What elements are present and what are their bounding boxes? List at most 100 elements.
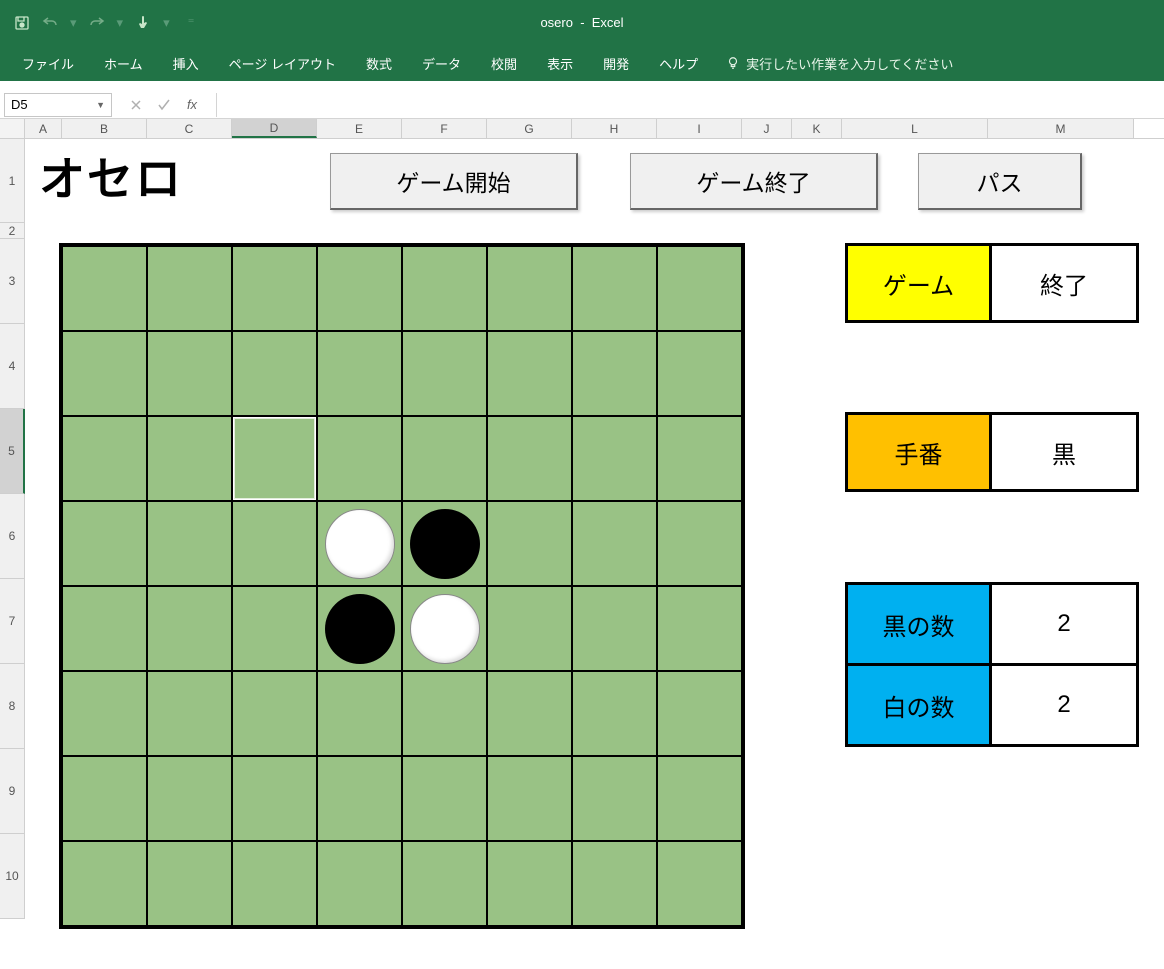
chevron-down-icon[interactable]: ▼: [96, 100, 105, 110]
board-cell-4-5[interactable]: [487, 586, 572, 671]
board-cell-6-2[interactable]: [232, 756, 317, 841]
board-cell-5-1[interactable]: [147, 671, 232, 756]
board-cell-5-6[interactable]: [572, 671, 657, 756]
name-box[interactable]: D5 ▼: [4, 93, 112, 117]
board-cell-3-0[interactable]: [62, 501, 147, 586]
select-all-corner[interactable]: [0, 119, 25, 138]
board-cell-3-7[interactable]: [657, 501, 742, 586]
board-cell-7-6[interactable]: [572, 841, 657, 926]
row-header-9[interactable]: 9: [0, 749, 25, 834]
redo-icon[interactable]: [87, 13, 107, 33]
board-cell-2-1[interactable]: [147, 416, 232, 501]
board-cell-4-4[interactable]: [402, 586, 487, 671]
board-cell-4-2[interactable]: [232, 586, 317, 671]
board-cell-0-6[interactable]: [572, 246, 657, 331]
board-cell-7-5[interactable]: [487, 841, 572, 926]
col-header-L[interactable]: L: [842, 119, 988, 138]
board-cell-4-1[interactable]: [147, 586, 232, 671]
board-cell-1-0[interactable]: [62, 331, 147, 416]
board-cell-0-0[interactable]: [62, 246, 147, 331]
col-header-J[interactable]: J: [742, 119, 792, 138]
board-cell-6-0[interactable]: [62, 756, 147, 841]
undo-icon[interactable]: [40, 13, 60, 33]
cancel-icon[interactable]: [128, 97, 144, 113]
col-header-C[interactable]: C: [147, 119, 232, 138]
qat-dropdown[interactable]: ▾: [163, 15, 170, 31]
pass-button[interactable]: パス: [918, 153, 1082, 210]
board-cell-1-1[interactable]: [147, 331, 232, 416]
row-header-2[interactable]: 2: [0, 223, 25, 239]
board-cell-3-4[interactable]: [402, 501, 487, 586]
board-cell-5-5[interactable]: [487, 671, 572, 756]
board-cell-5-2[interactable]: [232, 671, 317, 756]
board-cell-2-3[interactable]: [317, 416, 402, 501]
row-header-3[interactable]: 3: [0, 239, 25, 324]
board-cell-3-2[interactable]: [232, 501, 317, 586]
board-cell-2-6[interactable]: [572, 416, 657, 501]
board-cell-0-2[interactable]: [232, 246, 317, 331]
board-cell-6-5[interactable]: [487, 756, 572, 841]
fx-icon[interactable]: fx: [184, 97, 200, 113]
board-cell-0-4[interactable]: [402, 246, 487, 331]
cells-area[interactable]: オセロ ゲーム開始 ゲーム終了 パス ゲーム 終了 手番 黒 黒の数 2: [25, 139, 1164, 919]
board-cell-7-2[interactable]: [232, 841, 317, 926]
board-cell-3-1[interactable]: [147, 501, 232, 586]
board-cell-2-7[interactable]: [657, 416, 742, 501]
board-cell-4-6[interactable]: [572, 586, 657, 671]
board-cell-2-4[interactable]: [402, 416, 487, 501]
row-header-10[interactable]: 10: [0, 834, 25, 919]
ribbon-tab-3[interactable]: ページ レイアウト: [215, 46, 350, 81]
board-cell-5-7[interactable]: [657, 671, 742, 756]
board-cell-3-3[interactable]: [317, 501, 402, 586]
col-header-K[interactable]: K: [792, 119, 842, 138]
row-header-8[interactable]: 8: [0, 664, 25, 749]
board-cell-4-3[interactable]: [317, 586, 402, 671]
enter-icon[interactable]: [156, 97, 172, 113]
ribbon-tab-7[interactable]: 表示: [533, 46, 587, 81]
ribbon-tab-1[interactable]: ホーム: [90, 46, 157, 81]
board-cell-0-5[interactable]: [487, 246, 572, 331]
board-cell-4-7[interactable]: [657, 586, 742, 671]
board-cell-0-3[interactable]: [317, 246, 402, 331]
board-cell-1-2[interactable]: [232, 331, 317, 416]
board-cell-3-6[interactable]: [572, 501, 657, 586]
end-game-button[interactable]: ゲーム終了: [630, 153, 878, 210]
ribbon-tab-5[interactable]: データ: [408, 46, 475, 81]
board-cell-1-7[interactable]: [657, 331, 742, 416]
ribbon-tab-2[interactable]: 挿入: [159, 46, 213, 81]
board-cell-4-0[interactable]: [62, 586, 147, 671]
ribbon-tab-0[interactable]: ファイル: [8, 46, 88, 81]
ribbon-tab-9[interactable]: ヘルプ: [645, 46, 712, 81]
board-cell-0-1[interactable]: [147, 246, 232, 331]
board-cell-7-7[interactable]: [657, 841, 742, 926]
row-header-7[interactable]: 7: [0, 579, 25, 664]
board-cell-7-4[interactable]: [402, 841, 487, 926]
col-header-G[interactable]: G: [487, 119, 572, 138]
col-header-B[interactable]: B: [62, 119, 147, 138]
row-header-4[interactable]: 4: [0, 324, 25, 409]
col-header-F[interactable]: F: [402, 119, 487, 138]
board-cell-7-3[interactable]: [317, 841, 402, 926]
qat-customize[interactable]: ⁼: [188, 15, 195, 31]
board-cell-0-7[interactable]: [657, 246, 742, 331]
board-cell-6-1[interactable]: [147, 756, 232, 841]
tell-me-search[interactable]: 実行したい作業を入力してください: [714, 48, 965, 79]
board-cell-1-4[interactable]: [402, 331, 487, 416]
board-cell-2-2[interactable]: [232, 416, 317, 501]
board-cell-6-6[interactable]: [572, 756, 657, 841]
board-cell-2-0[interactable]: [62, 416, 147, 501]
board-cell-7-0[interactable]: [62, 841, 147, 926]
autosave-icon[interactable]: [12, 13, 32, 33]
start-game-button[interactable]: ゲーム開始: [330, 153, 578, 210]
board-cell-1-6[interactable]: [572, 331, 657, 416]
touch-mode-icon[interactable]: [133, 13, 153, 33]
row-header-5[interactable]: 5: [0, 409, 25, 494]
board-cell-3-5[interactable]: [487, 501, 572, 586]
board-cell-6-7[interactable]: [657, 756, 742, 841]
board-cell-5-0[interactable]: [62, 671, 147, 756]
board-cell-6-3[interactable]: [317, 756, 402, 841]
board-cell-5-4[interactable]: [402, 671, 487, 756]
col-header-M[interactable]: M: [988, 119, 1134, 138]
col-header-E[interactable]: E: [317, 119, 402, 138]
row-header-1[interactable]: 1: [0, 139, 25, 223]
